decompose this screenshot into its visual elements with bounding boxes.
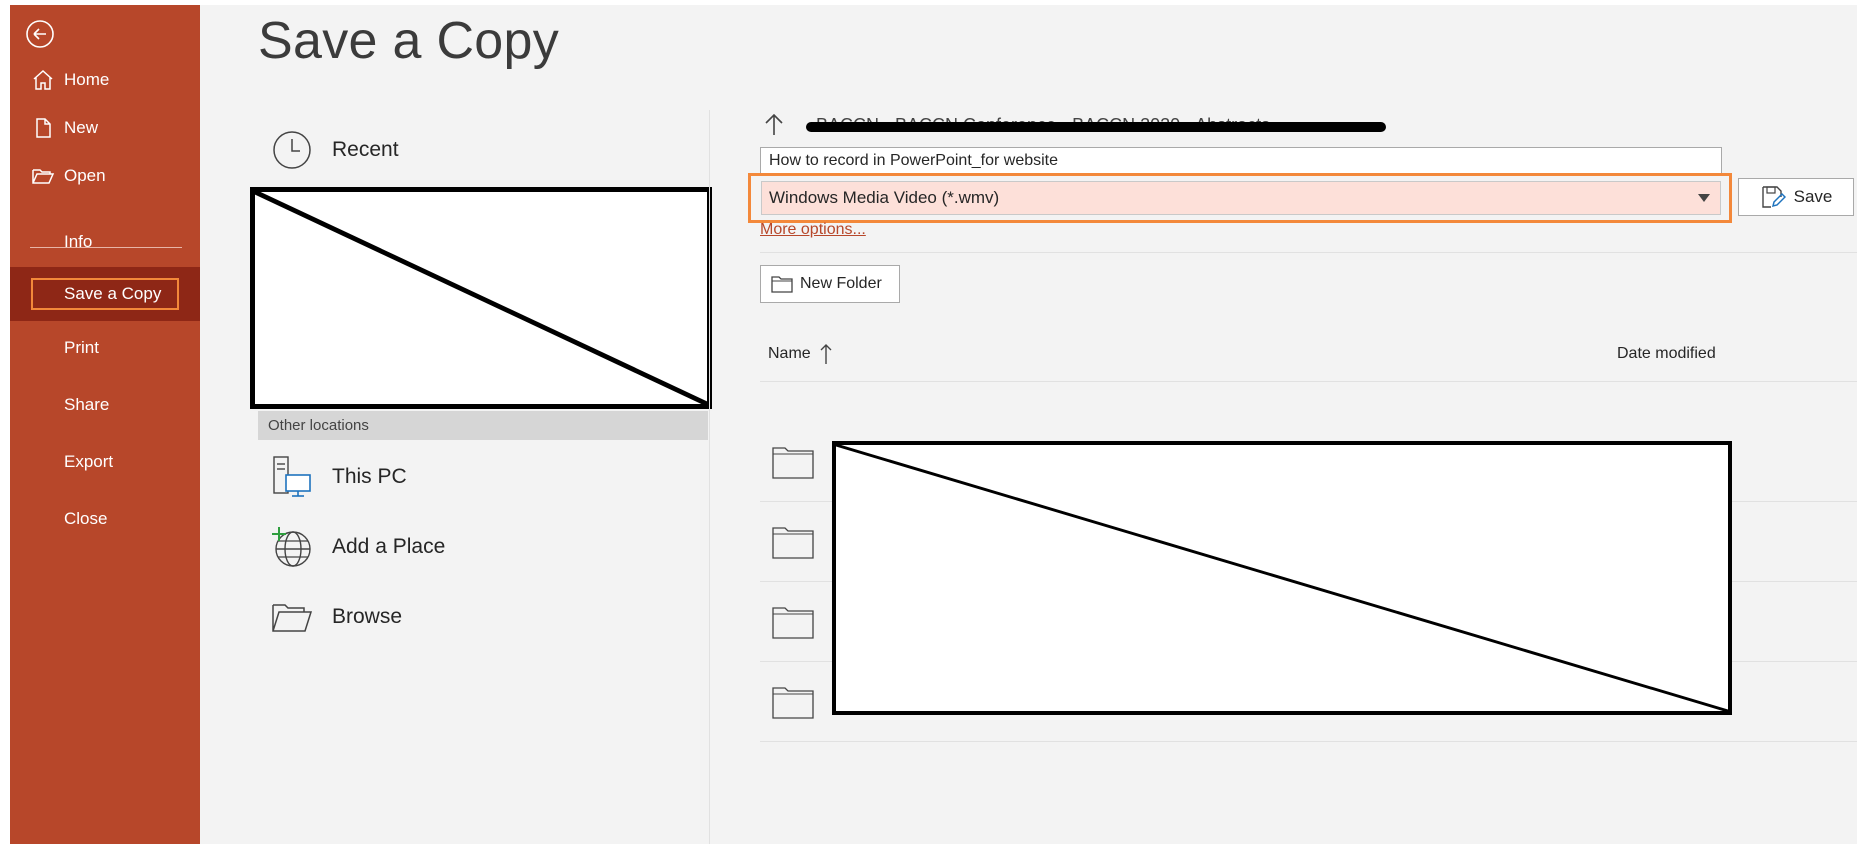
location-add-place[interactable]: Add a Place	[270, 525, 445, 569]
other-locations-header: Other locations	[258, 411, 708, 440]
nav-print[interactable]: Print	[10, 323, 200, 373]
nav-share-label: Share	[64, 395, 110, 414]
new-folder-icon	[771, 276, 793, 293]
nav-save-a-copy[interactable]: Save a Copy	[10, 267, 200, 321]
nav-close-label: Close	[64, 509, 108, 528]
nav-share[interactable]: Share	[10, 380, 200, 430]
location-this-pc-label: This PC	[332, 465, 407, 488]
panel-divider	[709, 110, 710, 844]
nav-new[interactable]: New	[10, 103, 200, 153]
save-edit-icon	[1761, 186, 1786, 208]
nav-close[interactable]: Close	[10, 494, 200, 544]
folder-icon	[772, 607, 814, 639]
browse-folder-icon	[270, 595, 314, 639]
location-recent-label: Recent	[332, 138, 399, 161]
new-folder-button[interactable]: New Folder	[760, 265, 900, 303]
new-document-icon	[30, 115, 56, 141]
column-header-date-modified[interactable]: Date modified	[1617, 345, 1716, 363]
sort-ascending-icon	[820, 344, 832, 364]
location-browse-label: Browse	[332, 605, 403, 628]
redaction-strike-icon	[836, 445, 1728, 711]
nav-info-label: Info	[64, 232, 93, 251]
filetype-select[interactable]: Windows Media Video (*.wmv)	[761, 181, 1721, 215]
folder-icon	[772, 687, 814, 719]
nav-new-label: New	[64, 118, 99, 137]
location-add-place-label: Add a Place	[332, 535, 446, 558]
nav-home-label: Home	[64, 70, 110, 89]
back-button[interactable]	[24, 18, 56, 50]
filetype-value: Windows Media Video (*.wmv)	[769, 188, 1000, 207]
column-header-name[interactable]: Name	[768, 343, 833, 365]
up-arrow-icon[interactable]	[760, 111, 788, 139]
backstage-sidebar: Home New Open Info Save a Copy Print Sha…	[10, 5, 200, 844]
computer-icon	[270, 455, 314, 499]
path-redaction	[806, 121, 1386, 132]
back-arrow-icon	[26, 20, 54, 48]
open-folder-icon	[30, 163, 56, 189]
redacted-recent-list	[250, 187, 712, 409]
dropdown-arrow-icon	[1698, 194, 1710, 202]
column-header-name-label: Name	[768, 345, 811, 362]
nav-open[interactable]: Open	[10, 151, 200, 201]
main-content: Save a Copy Recent Other locations This …	[200, 5, 1857, 844]
nav-save-a-copy-label: Save a Copy	[64, 284, 162, 303]
path-text[interactable]: BACCN › BACCN Conference › BACCN 2020 › …	[806, 115, 1386, 136]
separator-line	[760, 252, 1857, 253]
redaction-strike-icon	[255, 192, 707, 404]
folder-icon	[772, 527, 814, 559]
location-this-pc[interactable]: This PC	[270, 455, 407, 499]
locations-panel: Recent Other locations This PC Add a Pla…	[200, 5, 712, 844]
nav-export-label: Export	[64, 452, 114, 471]
nav-home[interactable]: Home	[10, 55, 200, 105]
location-recent[interactable]: Recent	[270, 128, 399, 172]
folder-icon	[772, 447, 814, 479]
clock-icon	[270, 128, 314, 172]
path-breadcrumb: BACCN › BACCN Conference › BACCN 2020 › …	[760, 111, 1386, 139]
globe-add-icon	[270, 525, 314, 569]
location-browse[interactable]: Browse	[270, 595, 402, 639]
redacted-folder-names	[832, 441, 1732, 715]
nav-open-label: Open	[64, 166, 106, 185]
header-separator	[760, 381, 1857, 382]
new-folder-label: New Folder	[800, 275, 882, 292]
home-icon	[30, 67, 56, 93]
row-separator	[760, 741, 1857, 742]
filename-input[interactable]: How to record in PowerPoint_for website	[760, 147, 1722, 175]
nav-export[interactable]: Export	[10, 437, 200, 487]
more-options-link[interactable]: More options...	[760, 221, 866, 239]
nav-print-label: Print	[64, 338, 99, 357]
nav-info[interactable]: Info	[10, 217, 200, 267]
filetype-highlight: Windows Media Video (*.wmv)	[748, 173, 1732, 223]
save-button-label: Save	[1793, 187, 1833, 206]
save-button[interactable]: Save	[1738, 178, 1854, 216]
